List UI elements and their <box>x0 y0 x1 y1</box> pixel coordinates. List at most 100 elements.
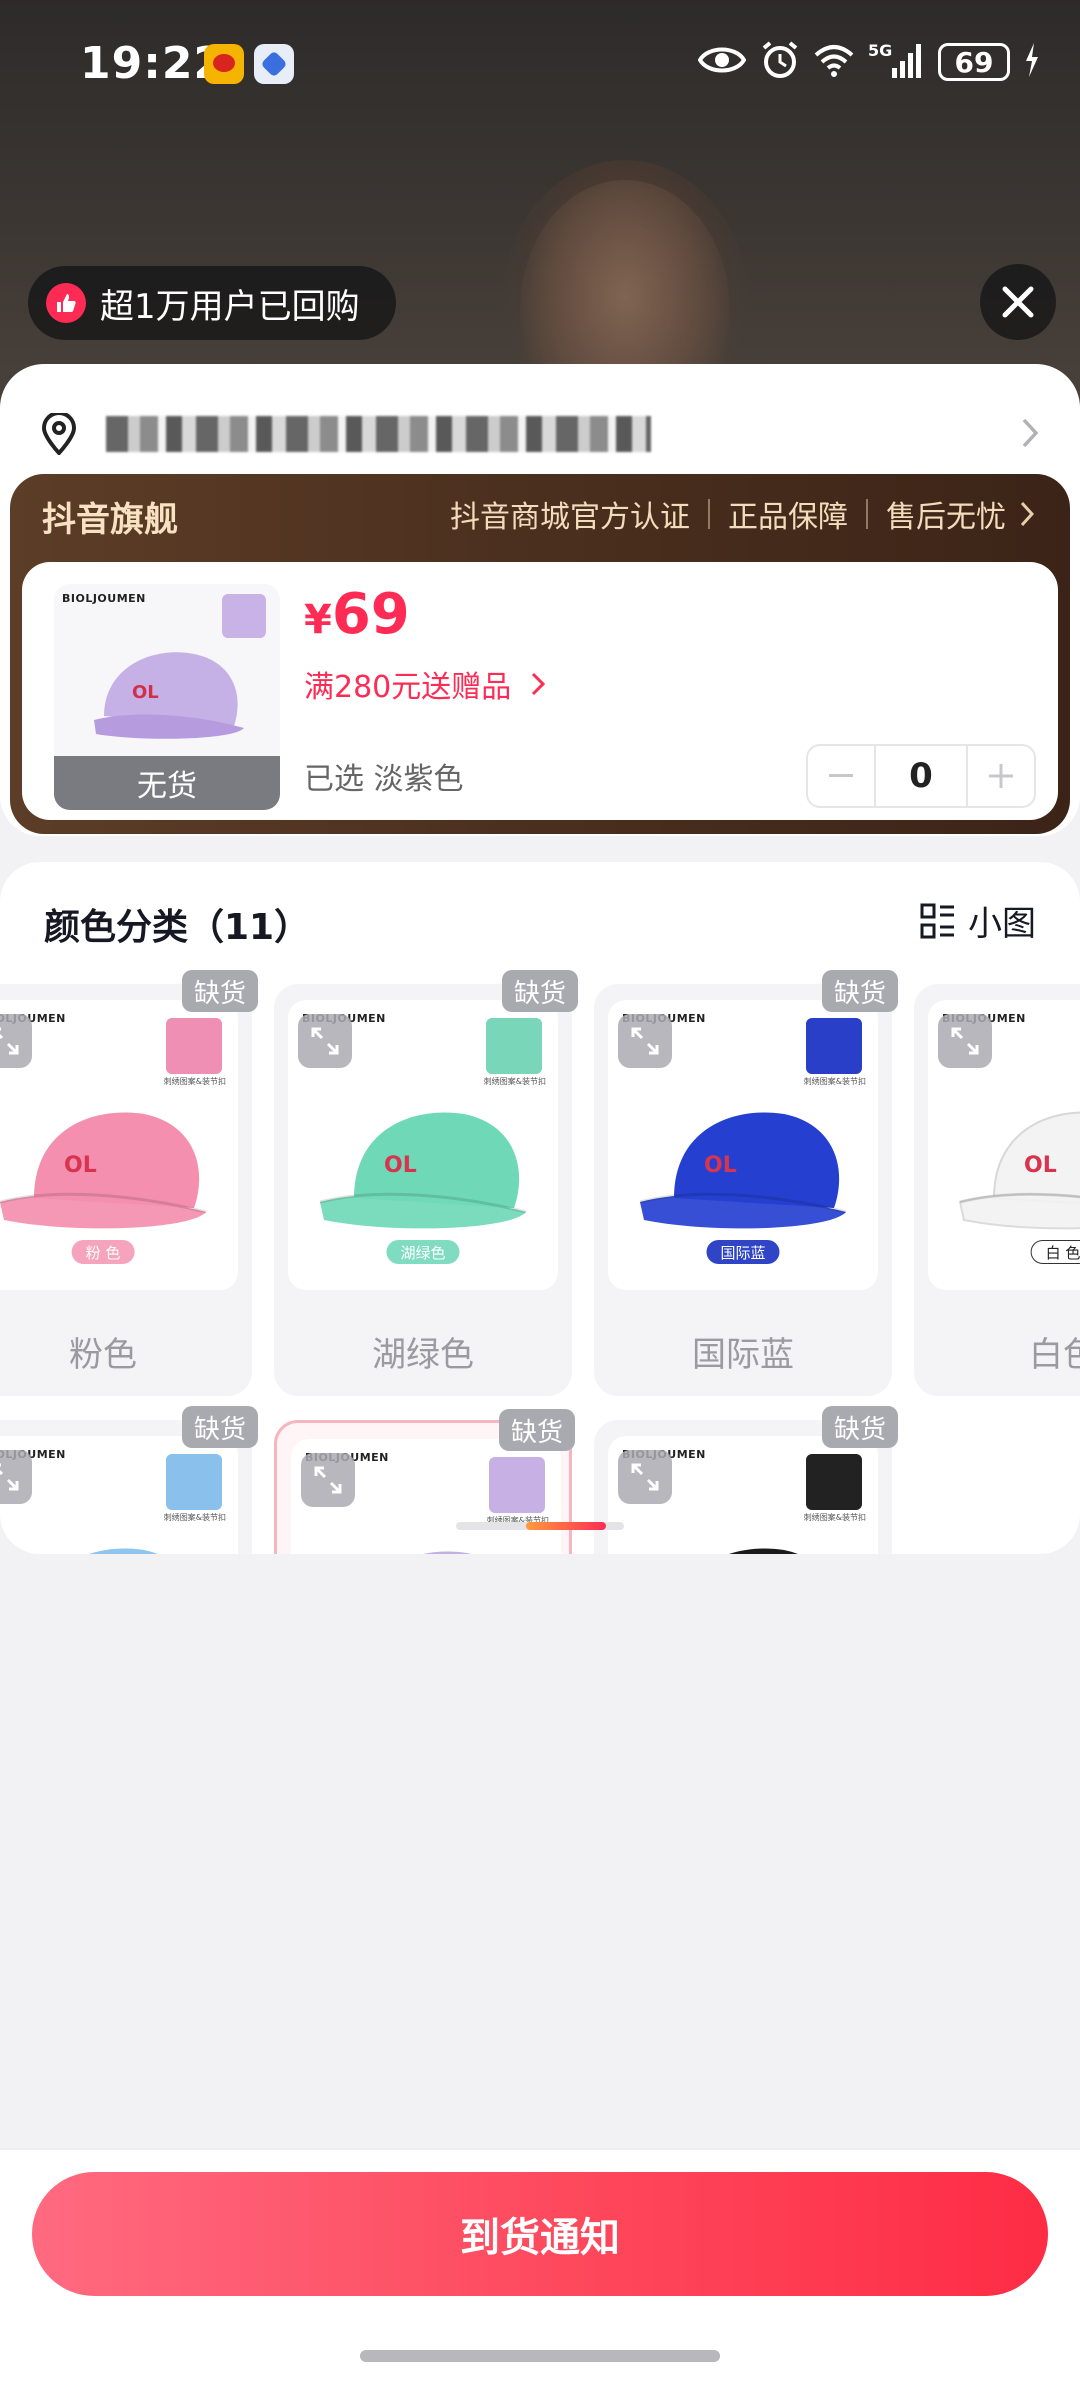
eye-icon <box>697 43 747 81</box>
product-price: ¥69 <box>304 582 410 647</box>
expand-icon <box>0 1463 19 1491</box>
quantity-stepper: 0 <box>806 744 1036 808</box>
cap-illustration: OL <box>319 1112 527 1229</box>
out-of-stock-badge: 缺货 <box>181 970 258 1012</box>
color-option-tile[interactable]: BIOLJOUMEN刺绣图案&装节扣OL国际蓝缺货国际蓝 <box>594 970 898 1396</box>
color-option-label: 粉色 <box>69 1335 137 1375</box>
color-option-tile[interactable]: BIOLJOUMEN刺绣图案&装节扣OL黑 色缺货黑色 <box>594 1406 898 1554</box>
status-bar: 19:22 5G 69 <box>0 0 1080 130</box>
expand-image-button[interactable] <box>301 1453 355 1507</box>
close-button[interactable] <box>980 264 1056 340</box>
promo-text: 满280元送赠品 <box>304 670 512 705</box>
tag-divider <box>708 499 710 529</box>
status-icons: 5G 69 <box>697 38 1040 86</box>
location-pin-icon <box>41 413 77 455</box>
expand-image-button[interactable] <box>0 1450 32 1504</box>
expand-image-button[interactable] <box>618 1014 672 1068</box>
embroidery-caption: 刺绣图案&装节扣 <box>483 1077 546 1086</box>
address-redacted <box>106 416 651 452</box>
cap-illustration: OL <box>89 1548 158 1554</box>
price-currency: ¥ <box>304 597 332 643</box>
color-option-image: BIOLJOUMEN刺绣图案&装节扣OL淡紫色 <box>291 1439 561 1554</box>
color-option-label: 白色 <box>1029 1335 1080 1375</box>
store-tag: 正品保障 <box>728 500 848 535</box>
embroidery-thumb <box>489 1457 545 1513</box>
embroidery-thumb <box>806 1018 862 1074</box>
store-badge-band[interactable]: 抖音旗舰 抖音商城官方认证 正品保障 售后无忧 BIOLJOUMEN OL 无货… <box>10 474 1070 834</box>
embroidery-caption: 刺绣图案&装节扣 <box>163 1513 226 1522</box>
cap-illustration: OL <box>729 1548 798 1554</box>
color-option-image: BIOLJOUMEN刺绣图案&装节扣OL国际蓝 <box>608 1000 878 1290</box>
restock-notify-button[interactable]: 到货通知 <box>32 2172 1048 2296</box>
price-value: 69 <box>331 582 410 647</box>
repurchase-text: 超1万用户已回购 <box>100 286 360 327</box>
expand-icon <box>631 1463 659 1491</box>
store-guarantees: 抖音商城官方认证 正品保障 售后无忧 <box>450 492 1034 536</box>
chevron-right-icon <box>532 672 546 696</box>
increase-quantity-button[interactable] <box>968 746 1034 806</box>
delivery-address-row[interactable] <box>40 394 1040 474</box>
selected-variant-text: 已选 淡紫色 <box>304 762 464 797</box>
product-image[interactable]: BIOLJOUMEN OL 无货 <box>54 584 280 810</box>
color-section-title: 颜色分类（11） <box>44 907 311 948</box>
expand-icon <box>951 1027 979 1055</box>
out-of-stock-badge: 缺货 <box>498 1409 575 1451</box>
alarm-icon <box>760 40 800 84</box>
out-of-stock-label: 无货 <box>54 756 280 810</box>
embroidery-thumb <box>166 1454 222 1510</box>
horizontal-scroll-indicator <box>456 1522 624 1530</box>
cap-illustration: OL <box>94 652 244 739</box>
color-option-image: BIOLJOUMEN刺绣图案&装节扣OL粉 色 <box>0 1000 238 1290</box>
color-tag-pill: 粉 色 <box>71 1240 135 1264</box>
quantity-value[interactable]: 0 <box>874 746 968 806</box>
charging-icon <box>1024 43 1040 81</box>
plus-icon <box>989 764 1013 788</box>
svg-text:OL: OL <box>64 1153 97 1178</box>
decrease-quantity-button[interactable] <box>808 746 874 806</box>
out-of-stock-badge: 缺货 <box>821 1406 898 1448</box>
product-info-card: BIOLJOUMEN OL 无货 ¥69 满280元送赠品 已选 淡紫色 0 <box>22 562 1058 820</box>
embroidery-thumb <box>166 1018 222 1074</box>
embroidery-thumb <box>806 1454 862 1510</box>
color-option-tile[interactable]: BIOLJOUMENOL白 色白色 <box>914 984 1080 1396</box>
expand-icon <box>0 1027 19 1055</box>
close-icon <box>1002 286 1034 318</box>
store-name: 抖音旗舰 <box>42 500 178 540</box>
expand-image-button[interactable] <box>938 1014 992 1068</box>
color-option-image: BIOLJOUMEN刺绣图案&装节扣OL天蓝色 <box>0 1436 238 1554</box>
color-option-tile[interactable]: BIOLJOUMEN刺绣图案&装节扣OL淡紫色缺货淡紫色 <box>274 1409 575 1554</box>
view-mode-toggle[interactable]: 小图 <box>920 896 1036 945</box>
scroll-thumb <box>526 1522 606 1530</box>
promo-link[interactable]: 满280元送赠品 <box>304 662 546 706</box>
color-tag-pill: 国际蓝 <box>706 1240 780 1264</box>
expand-image-button[interactable] <box>0 1014 32 1068</box>
sku-selector-sheet: 抖音旗舰 抖音商城官方认证 正品保障 售后无忧 BIOLJOUMEN OL 无货… <box>0 364 1080 2388</box>
cap-illustration: OL <box>0 1112 207 1229</box>
color-options-section: 颜色分类（11） 小图 BIOLJOUMEN刺绣图案&装节扣OL粉 色缺货粉色B… <box>0 862 1080 1554</box>
network-type-label: 5G <box>868 41 892 60</box>
expand-icon <box>314 1466 342 1494</box>
chevron-right-icon <box>1020 501 1034 527</box>
svg-text:OL: OL <box>1024 1153 1057 1178</box>
color-option-tile[interactable]: BIOLJOUMEN刺绣图案&装节扣OL湖绿色缺货湖绿色 <box>274 970 578 1396</box>
expand-image-button[interactable] <box>298 1014 352 1068</box>
store-tag: 售后无忧 <box>886 500 1006 535</box>
home-indicator[interactable] <box>360 2350 720 2362</box>
color-option-tile[interactable]: BIOLJOUMEN刺绣图案&装节扣OL粉 色缺货粉色 <box>0 970 258 1396</box>
embroidery-thumb <box>486 1018 542 1074</box>
color-option-image: BIOLJOUMEN刺绣图案&装节扣OL黑 色 <box>608 1436 878 1554</box>
app-notification-icon <box>254 44 294 84</box>
expand-image-button[interactable] <box>618 1450 672 1504</box>
color-option-tile[interactable]: BIOLJOUMEN刺绣图案&装节扣OL天蓝色缺货天蓝色 <box>0 1406 258 1554</box>
color-option-image: BIOLJOUMEN刺绣图案&装节扣OL湖绿色 <box>288 1000 558 1290</box>
battery-indicator: 69 <box>938 43 1010 81</box>
cap-illustration: OL <box>422 1551 471 1554</box>
product-brand-logo: BIOLJOUMEN <box>62 592 146 605</box>
view-mode-label: 小图 <box>968 904 1036 944</box>
out-of-stock-badge: 缺货 <box>181 1406 258 1448</box>
svg-text:OL: OL <box>132 682 159 703</box>
cap-illustration: OL <box>958 1111 1080 1230</box>
store-tag: 抖音商城官方认证 <box>450 500 690 535</box>
grid-list-icon <box>920 903 954 938</box>
embroidery-caption: 刺绣图案&装节扣 <box>803 1513 866 1522</box>
